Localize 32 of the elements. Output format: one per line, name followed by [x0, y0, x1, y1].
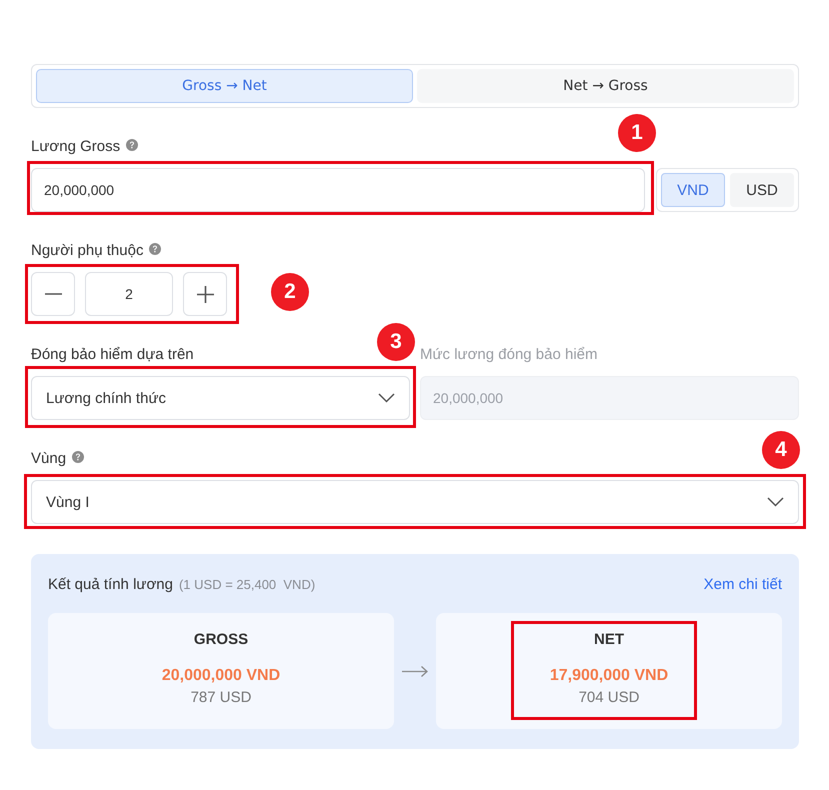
- field-label: Vùng: [31, 450, 66, 468]
- number-marker: 4: [762, 431, 800, 469]
- exchange-rate: (1 USD = 25,400 VND): [178, 576, 316, 592]
- chevron-down-icon: [767, 497, 784, 507]
- card-title: GROSS: [194, 631, 248, 649]
- currency-toggle[interactable]: USD: [730, 173, 794, 207]
- chevron-down-icon: [378, 393, 395, 403]
- dependents-input[interactable]: 2: [85, 272, 173, 316]
- field-label: Mức lương đóng bảo hiểm: [420, 346, 598, 364]
- currency-toggle[interactable]: VND: [661, 173, 725, 207]
- increment-button[interactable]: [183, 272, 227, 316]
- number-marker: 3: [377, 323, 415, 361]
- minus-icon: [44, 293, 62, 295]
- result-title: Kết quả tính lương: [48, 576, 173, 592]
- field-label: Người phụ thuộc: [31, 242, 144, 260]
- field-label: Lương Gross: [31, 138, 120, 156]
- number-marker: 2: [271, 273, 309, 311]
- plus-icon: [196, 286, 214, 302]
- insurance-basis-select[interactable]: Lương chính thức: [31, 376, 410, 420]
- region-select[interactable]: Vùng I: [31, 480, 799, 524]
- mode-tab[interactable]: Net → Gross: [417, 69, 794, 103]
- amount-vnd: 20,000,000 VND: [162, 666, 280, 686]
- mode-tab[interactable]: Gross → Net: [36, 69, 413, 103]
- field-label: Đóng bảo hiểm dựa trên: [31, 346, 194, 364]
- amount-usd: 704 USD: [578, 689, 640, 707]
- details-link[interactable]: Xem chi tiết: [704, 576, 782, 592]
- arrow-icon: [402, 666, 428, 676]
- number-marker: 1: [618, 114, 656, 152]
- card-title: NET: [594, 631, 624, 649]
- salary-input[interactable]: 20,000,000: [31, 168, 645, 212]
- amount-usd: 787 USD: [190, 689, 252, 707]
- amount-vnd: 17,900,000 VND: [550, 666, 668, 686]
